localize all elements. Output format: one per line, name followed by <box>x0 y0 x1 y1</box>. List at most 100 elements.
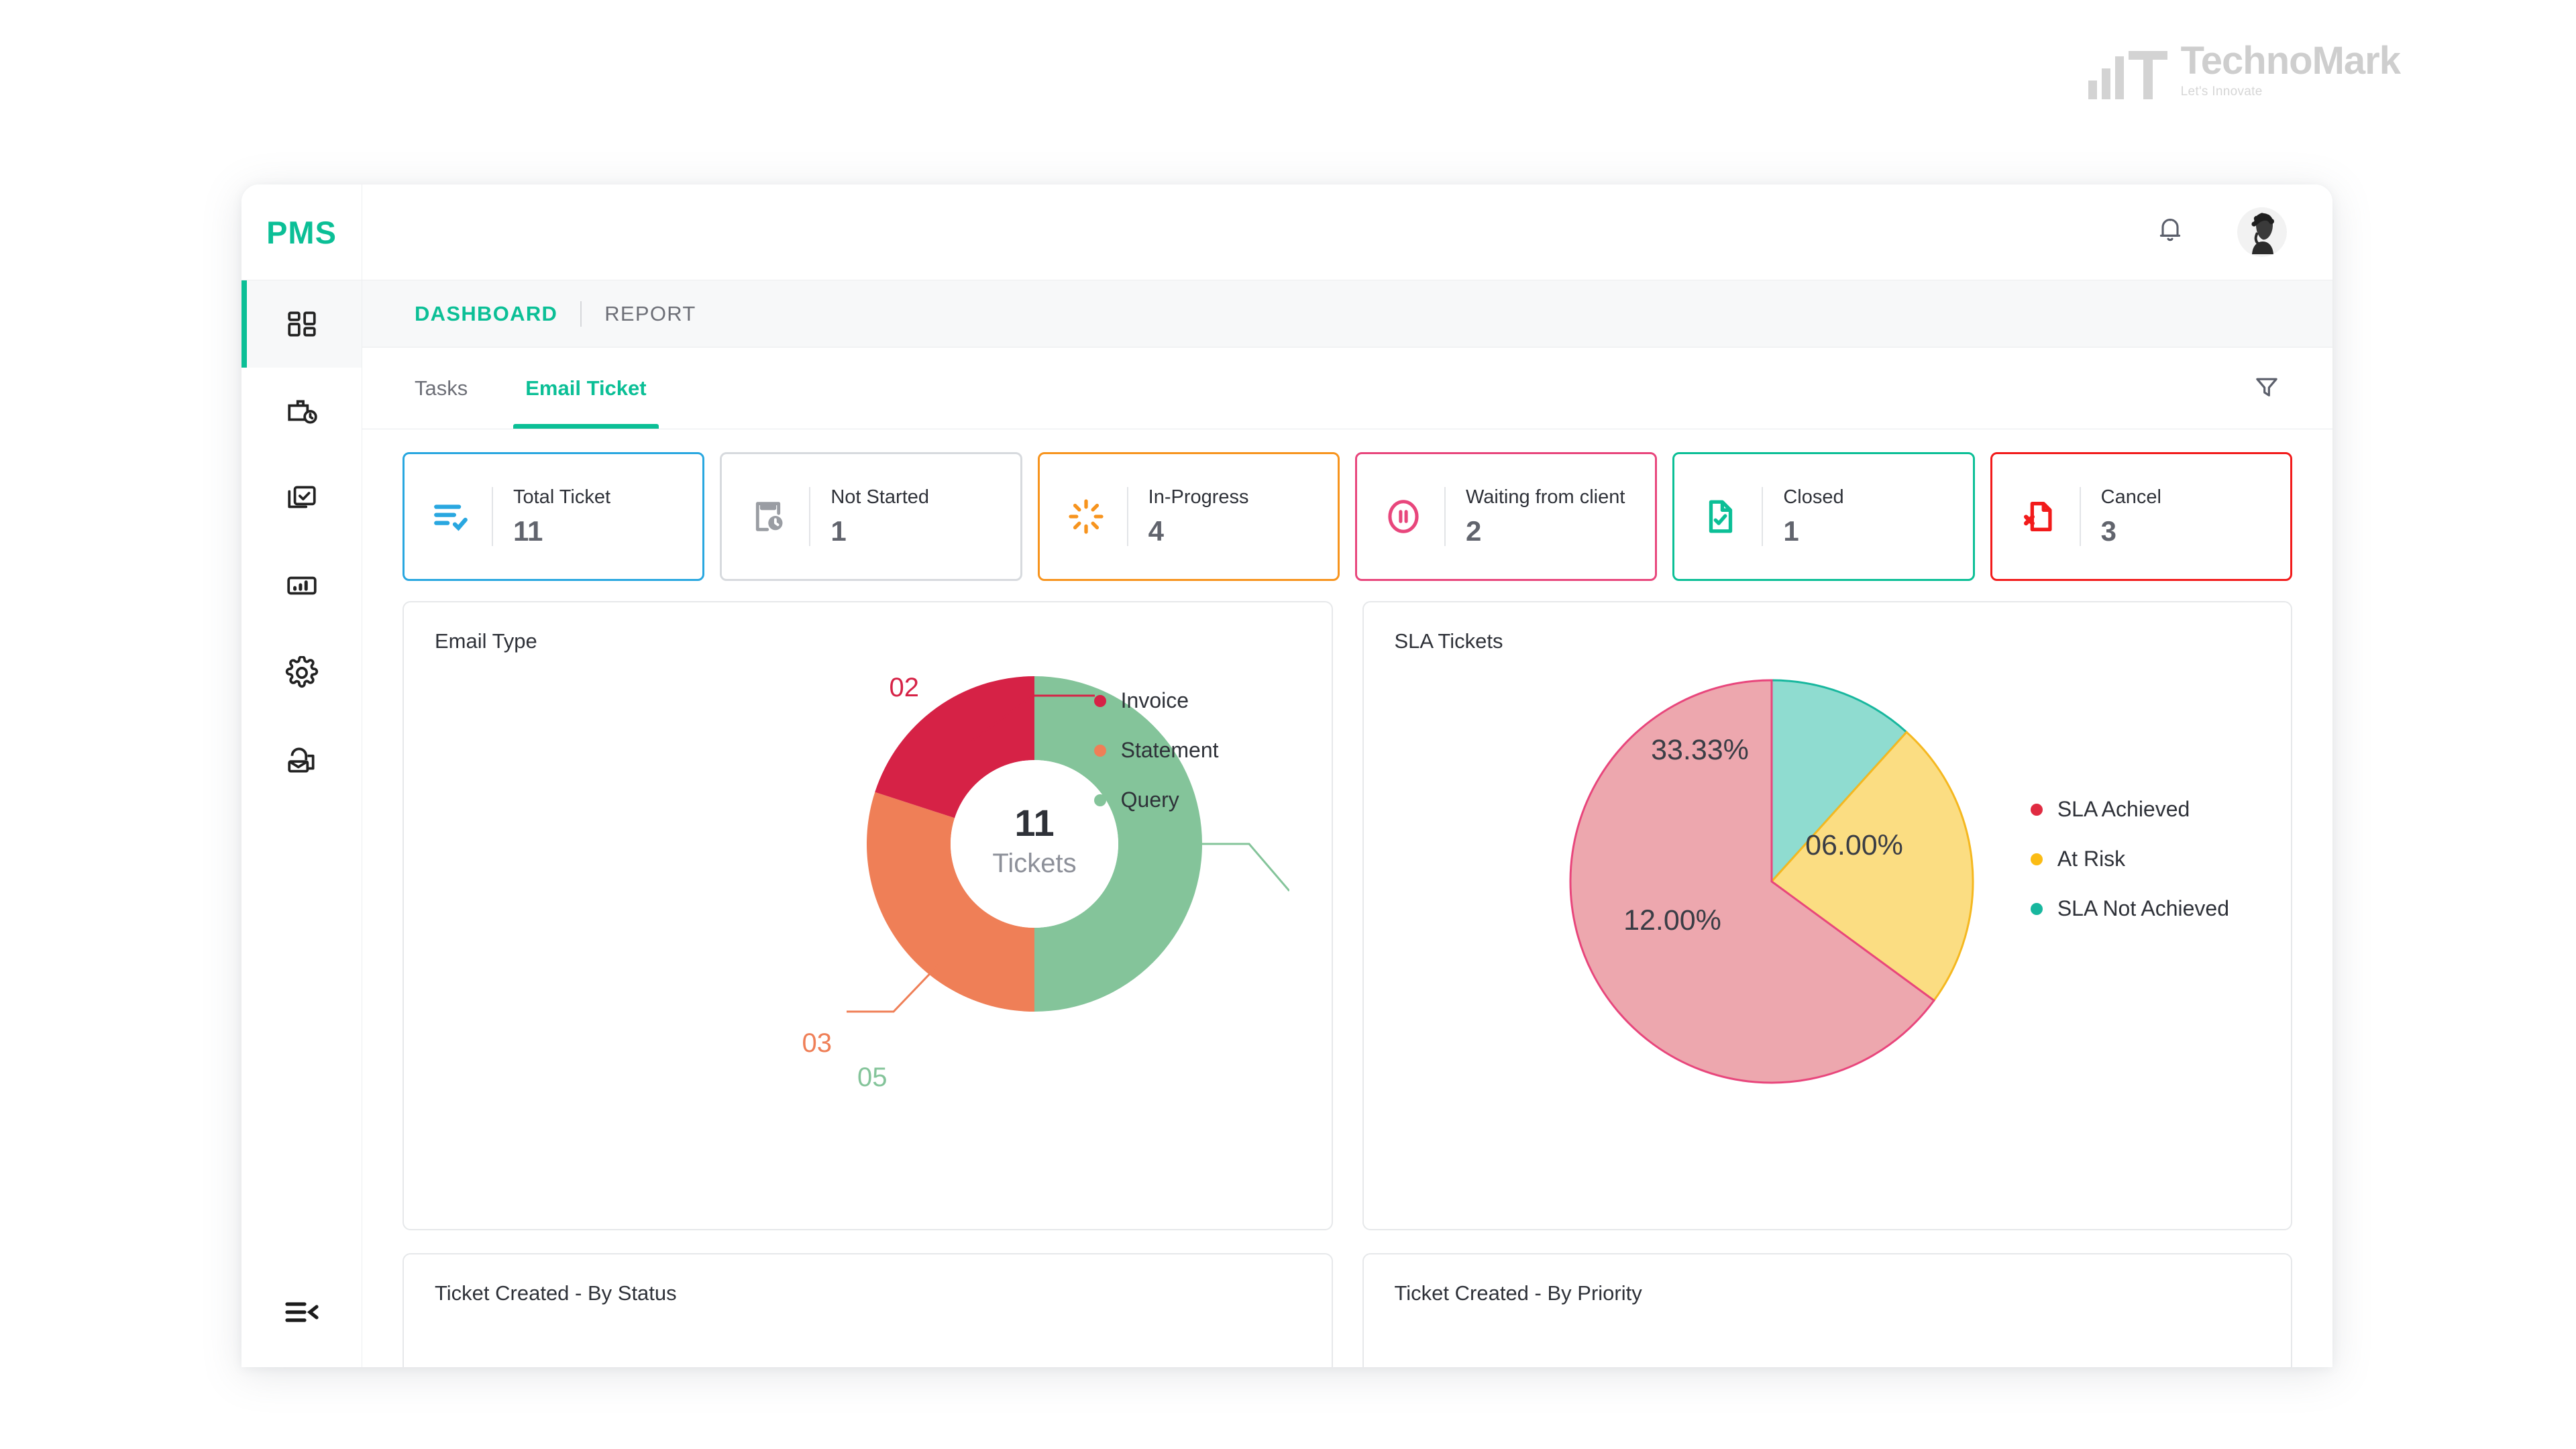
legend-item-statement[interactable]: Statement <box>1093 738 1219 763</box>
panel-sla-tickets: SLA Tickets 33.33% 12.00% 06.00% SLA Ach… <box>1362 601 2292 1230</box>
legend-item-query[interactable]: Query <box>1093 788 1219 812</box>
sidebar-item-reports[interactable] <box>241 542 362 629</box>
breadcrumb-report[interactable]: REPORT <box>604 302 696 326</box>
panel-email-type: Email Type 02 03 11 Tickets 05 Invoice S… <box>402 601 1333 1230</box>
legend-item-sla-achieved[interactable]: SLA Achieved <box>2030 797 2229 822</box>
sidebar: PMS <box>241 184 362 1367</box>
stat-label: Waiting from client <box>1465 486 1625 508</box>
email-type-donut-chart: 02 03 11 Tickets <box>802 673 1289 1058</box>
technomark-logo: TechnoMark Let's Innovate <box>2088 39 2401 99</box>
sidebar-logo-text: PMS <box>266 214 337 250</box>
dashboard-content: Total Ticket 11 Not Started 1 In-Progres… <box>362 429 2332 1367</box>
tab-tasks[interactable]: Tasks <box>415 347 468 429</box>
legend-dot-statement <box>1093 744 1106 757</box>
breadcrumb: DASHBOARD REPORT <box>362 280 2332 347</box>
stat-value: 11 <box>513 515 543 547</box>
panel-ticket-created-by-status: Ticket Created - By Status <box>402 1253 1333 1367</box>
sidebar-item-mailbox[interactable] <box>241 716 362 804</box>
donut-leader-query <box>1202 843 1289 892</box>
inbox-mail-icon <box>285 743 319 777</box>
legend-dot-query <box>1093 794 1106 806</box>
stat-value: 2 <box>1465 515 1482 547</box>
donut-label-invoice: 02 <box>890 673 920 702</box>
tab-bar: Tasks Email Ticket <box>362 347 2332 429</box>
legend-label: SLA Achieved <box>2057 797 2190 821</box>
sidebar-item-tasks[interactable] <box>241 455 362 542</box>
stat-card-cancel[interactable]: Cancel 3 <box>1990 452 2292 581</box>
stat-label: Closed <box>1783 486 1844 508</box>
legend-label: Query <box>1120 788 1179 812</box>
sidebar-item-timesheet[interactable] <box>241 368 362 455</box>
notifications-button[interactable] <box>2155 215 2185 250</box>
main-area: DASHBOARD REPORT Tasks Email Ticket Tota… <box>362 184 2332 1367</box>
sidebar-item-settings[interactable] <box>241 629 362 716</box>
stat-label: Not Started <box>830 486 930 508</box>
app-window: PMS DASHBOARD REPORT Tasks Email Ticket … <box>241 184 2332 1367</box>
legend-label: SLA Not Achieved <box>2057 896 2229 920</box>
legend-item-invoice[interactable]: Invoice <box>1093 688 1219 713</box>
sidebar-item-dashboard[interactable] <box>241 280 362 368</box>
sla-tickets-legend: SLA Achieved At Risk SLA Not Achieved <box>2030 797 2229 921</box>
sidebar-collapse-button[interactable] <box>241 1260 362 1367</box>
stat-label: Cancel <box>2100 486 2161 508</box>
stat-card-closed[interactable]: Closed 1 <box>1672 452 1975 581</box>
donut-leader-statement <box>847 963 940 1013</box>
pie-label-at-risk: 12.00% <box>1623 904 1721 936</box>
clipboard-clock-icon <box>747 496 789 537</box>
panel-ticket-created-by-priority: Ticket Created - By Priority <box>1362 1253 2292 1367</box>
sla-tickets-pie-chart: 33.33% 12.00% 06.00% <box>1569 679 1974 1084</box>
breadcrumb-dashboard[interactable]: DASHBOARD <box>415 302 557 326</box>
legend-dot-sla-achieved <box>2030 803 2043 816</box>
top-bar <box>362 184 2332 280</box>
logo-bars-icon <box>2088 51 2167 99</box>
breadcrumb-separator <box>580 301 582 327</box>
stat-value: 1 <box>830 515 847 547</box>
brand-name: TechnoMark <box>2180 39 2401 83</box>
brand-tagline: Let's Innovate <box>2180 85 2263 99</box>
bar-chart-icon <box>285 569 319 602</box>
bell-icon <box>2155 215 2185 250</box>
stat-label: Total Ticket <box>513 486 611 508</box>
file-check-icon <box>1700 496 1741 537</box>
stat-value: 3 <box>2100 515 2116 547</box>
stat-value: 4 <box>1148 515 1165 547</box>
donut-label-statement: 03 <box>802 1028 833 1058</box>
card-divider <box>1126 487 1128 546</box>
sidebar-logo[interactable]: PMS <box>241 184 362 280</box>
legend-dot-at-risk <box>2030 853 2043 865</box>
dashboard-grid-icon <box>285 307 319 341</box>
lower-panel-row: Ticket Created - By Status Ticket Create… <box>402 1253 2292 1367</box>
pie-label-sla-not-achieved: 06.00% <box>1805 829 1903 861</box>
stat-card-in-progress[interactable]: In-Progress 4 <box>1037 452 1340 581</box>
legend-dot-invoice <box>1093 694 1106 707</box>
sidebar-nav <box>241 280 362 1260</box>
stat-card-total-ticket[interactable]: Total Ticket 11 <box>402 452 705 581</box>
legend-label: At Risk <box>2057 847 2126 871</box>
legend-label: Statement <box>1120 738 1219 762</box>
stat-value: 1 <box>1783 515 1799 547</box>
avatar[interactable] <box>2237 207 2287 257</box>
legend-dot-sla-not-achieved <box>2030 902 2043 915</box>
donut-hole <box>951 760 1118 928</box>
pie-label-sla-achieved: 33.33% <box>1651 734 1749 766</box>
stat-card-row: Total Ticket 11 Not Started 1 In-Progres… <box>402 452 2292 581</box>
panel-title: Ticket Created - By Priority <box>1394 1281 1642 1305</box>
file-x-icon <box>2018 496 2059 537</box>
donut-center-value: 11 <box>1014 802 1054 844</box>
collapse-menu-icon <box>284 1299 319 1329</box>
legend-item-at-risk[interactable]: At Risk <box>2030 847 2229 871</box>
tab-email-ticket[interactable]: Email Ticket <box>513 347 659 429</box>
legend-label: Invoice <box>1120 688 1189 712</box>
legend-item-sla-not-achieved[interactable]: SLA Not Achieved <box>2030 896 2229 921</box>
filter-button[interactable] <box>2253 373 2280 403</box>
card-divider <box>1762 487 1764 546</box>
stat-card-not-started[interactable]: Not Started 1 <box>720 452 1022 581</box>
stat-label: In-Progress <box>1148 486 1249 508</box>
briefcase-clock-icon <box>285 394 319 428</box>
card-divider <box>492 487 493 546</box>
panel-title: SLA Tickets <box>1394 629 1503 653</box>
filter-funnel-icon <box>2253 373 2280 403</box>
card-divider <box>809 487 811 546</box>
donut-center-label: Tickets <box>992 849 1076 878</box>
stat-card-waiting-from-client[interactable]: Waiting from client 2 <box>1354 452 1658 581</box>
